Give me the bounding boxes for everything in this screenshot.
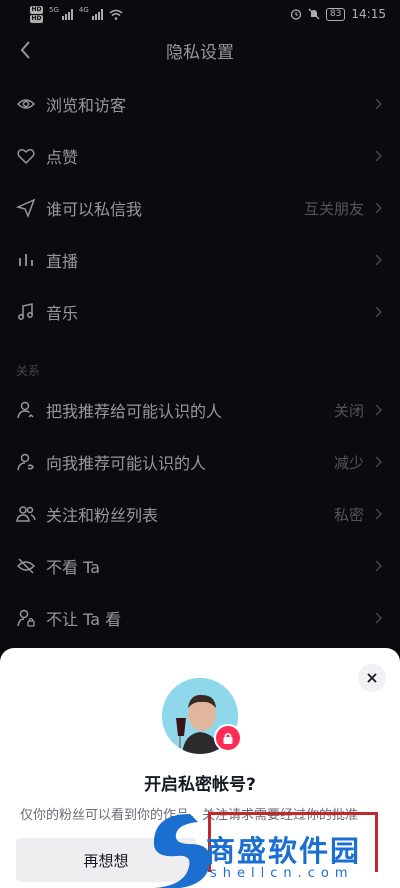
close-icon bbox=[367, 673, 377, 683]
lock-badge bbox=[214, 724, 242, 752]
watermark-text: 商盛软件园 bbox=[206, 834, 362, 868]
close-button[interactable] bbox=[358, 664, 386, 692]
watermark-url: shellcn.com bbox=[210, 866, 354, 881]
sheet-title: 开启私密帐号? bbox=[144, 775, 256, 795]
lock-icon bbox=[223, 732, 233, 744]
